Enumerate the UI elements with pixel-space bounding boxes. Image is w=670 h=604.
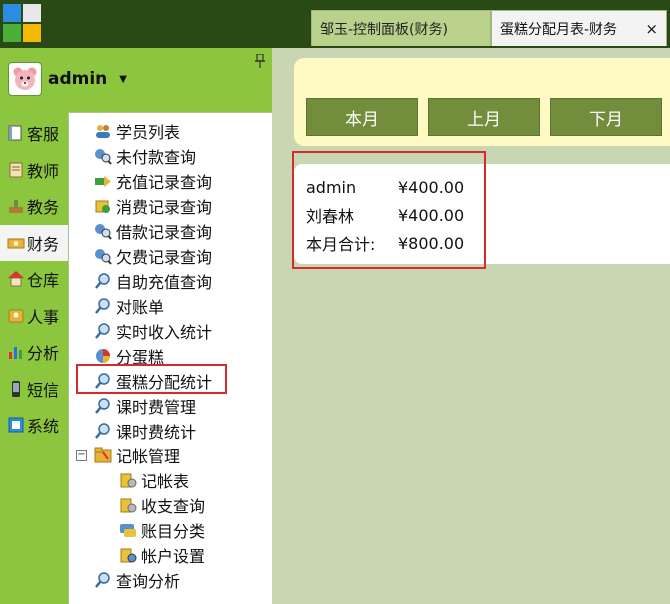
category-item-cangku[interactable]: 仓库: [0, 261, 68, 298]
category-item-fenxi[interactable]: 分析: [0, 334, 68, 371]
tree-item-lesson-fee-mgmt[interactable]: 课时费管理: [94, 394, 196, 418]
avatar: [8, 62, 42, 96]
chat-icon: [120, 524, 136, 537]
system-icon: [8, 417, 24, 433]
this-month-button[interactable]: 本月: [306, 98, 418, 136]
category-item-renshi[interactable]: 人事: [0, 298, 68, 335]
category-item-kefu[interactable]: 客服: [0, 115, 68, 152]
last-month-button[interactable]: 上月: [428, 98, 540, 136]
pie-icon: [96, 349, 110, 363]
tree-item-income-expense[interactable]: 收支查询: [119, 493, 205, 517]
phone-icon: [12, 380, 20, 397]
category-item-xitong[interactable]: 系统: [0, 407, 68, 444]
book-icon: [8, 125, 22, 141]
chevron-down-icon[interactable]: ▼: [119, 74, 127, 85]
coins-icon: [120, 473, 137, 488]
consume-icon: [95, 200, 110, 213]
tree-item-realtime-income[interactable]: 实时收入统计: [94, 319, 212, 343]
category-item-duanxin[interactable]: 短信: [0, 371, 68, 408]
month-button-panel: 本月 上月 下月: [294, 58, 670, 146]
tools-icon: [9, 200, 23, 214]
tab-label: 蛋糕分配月表-财务: [500, 21, 618, 38]
magnifier-icon: [95, 323, 110, 339]
users-icon: [96, 125, 110, 138]
magnifier-icon: [95, 298, 110, 314]
main-content: 本月 上月 下月 admin ¥400.00 刘春林 ¥400.00 本月合计:…: [272, 48, 670, 604]
tree-item-statement[interactable]: 对账单: [94, 294, 164, 318]
top-bar: 邹玉-控制面板(财务) 蛋糕分配月表-财务 ×: [0, 0, 670, 48]
category-item-jiaowu[interactable]: 教务: [0, 188, 68, 225]
tree-item-unpaid[interactable]: 未付款查询: [94, 144, 196, 168]
next-month-button[interactable]: 下月: [550, 98, 662, 136]
collapse-toggle-icon[interactable]: −: [76, 449, 87, 461]
tree-item-bookkeeping[interactable]: − 记帐管理: [76, 443, 180, 467]
tree-item-account-settings[interactable]: 帐户设置: [119, 543, 205, 567]
recharge-icon: [95, 176, 111, 187]
magnifier-icon: [95, 398, 110, 414]
category-list: 客服 教师 教务 财务 仓库 人事 分析 短信 系统: [0, 115, 68, 444]
tree-item-consume[interactable]: 消费记录查询: [94, 194, 212, 218]
user-menu[interactable]: admin ▼: [8, 62, 127, 96]
highlight-box-cake-stats: [76, 364, 227, 394]
category-item-jiaoshi[interactable]: 教师: [0, 152, 68, 189]
bar-chart-icon: [9, 347, 22, 360]
pin-icon[interactable]: [255, 54, 265, 68]
category-item-caiwu[interactable]: 财务: [0, 224, 68, 261]
tree-item-account-category[interactable]: 账目分类: [119, 518, 205, 542]
magnifier-icon: [95, 423, 110, 439]
money-icon: [7, 238, 25, 249]
close-icon[interactable]: ×: [639, 20, 658, 38]
magnifier-icon: [95, 273, 110, 289]
tree-item-query-analysis[interactable]: 查询分析: [94, 568, 180, 592]
search-user-icon: [95, 249, 112, 265]
magnifier-icon: [95, 572, 110, 588]
tree-item-student-list[interactable]: 学员列表: [94, 119, 180, 143]
tree-item-recharge[interactable]: 充值记录查询: [94, 169, 212, 193]
tree-item-arrears[interactable]: 欠费记录查询: [94, 244, 212, 268]
user-name: admin: [48, 69, 108, 89]
highlight-box-summary: [292, 151, 486, 269]
folder-icon: [94, 447, 112, 463]
house-icon: [8, 271, 24, 287]
scroll-icon: [9, 162, 23, 178]
tree-item-lesson-fee-stats[interactable]: 课时费统计: [94, 419, 196, 443]
tab-cake-monthly[interactable]: 蛋糕分配月表-财务 ×: [491, 10, 667, 46]
tab-label: 邹玉-控制面板(财务): [320, 21, 448, 38]
tree-item-self-recharge[interactable]: 自助充值查询: [94, 269, 212, 293]
tree-item-ledger[interactable]: 记帐表: [119, 468, 189, 492]
app-logo-icon: [3, 4, 41, 42]
search-user-icon: [95, 149, 112, 165]
search-user-icon: [95, 224, 112, 240]
bear-avatar-icon: [13, 67, 37, 90]
badge-icon: [8, 309, 24, 323]
coins-icon: [120, 498, 137, 513]
tab-control-panel[interactable]: 邹玉-控制面板(财务): [311, 10, 491, 46]
coins-icon: [120, 548, 137, 563]
tree-item-loan[interactable]: 借款记录查询: [94, 219, 212, 243]
